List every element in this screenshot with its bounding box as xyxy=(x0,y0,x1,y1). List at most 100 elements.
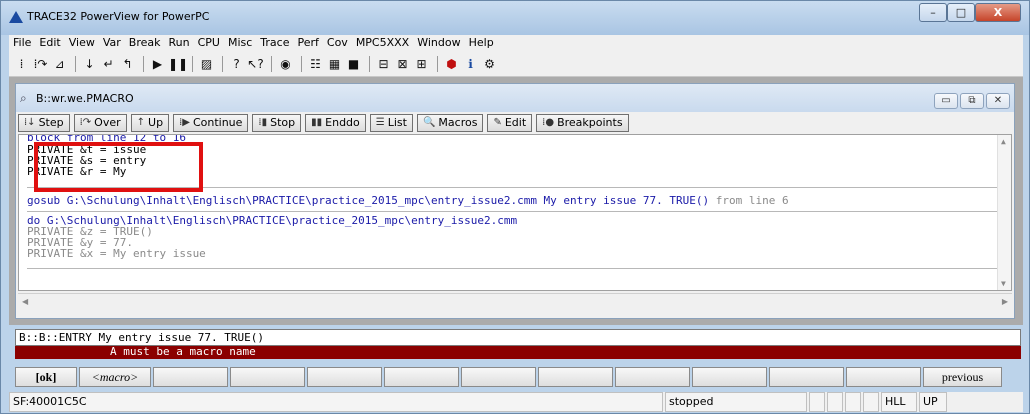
macro-stack-view[interactable]: block from line 12 to 16 PRIVATE &t = is… xyxy=(18,134,1012,291)
up-icon[interactable]: ↰ xyxy=(119,56,136,73)
over-icon: ⁞↷ xyxy=(79,117,92,128)
go-till-icon[interactable]: ▨ xyxy=(198,56,215,73)
edit-button[interactable]: ✎ Edit xyxy=(487,114,533,132)
menu-help[interactable]: Help xyxy=(465,35,498,49)
memory-icon[interactable]: ■ xyxy=(345,56,362,73)
continue-icon: ⁞▶ xyxy=(179,117,190,128)
pmacro-window-title: B::wr.we.PMACRO xyxy=(36,92,134,105)
frame-icon[interactable]: ⊞ xyxy=(413,56,430,73)
empty-softkey[interactable] xyxy=(615,367,690,387)
empty-softkey[interactable] xyxy=(461,367,536,387)
breakpoints-icon: ⁞● xyxy=(542,117,555,128)
step-over-icon[interactable]: ⁞↷ xyxy=(32,56,49,73)
step-button[interactable]: ⁞↓ Step xyxy=(18,114,70,132)
go-icon[interactable]: ▶ xyxy=(149,56,166,73)
list-icon[interactable]: ☷ xyxy=(307,56,324,73)
settings-icon[interactable]: ⚙ xyxy=(481,56,498,73)
pmacro-window: ⌕ B::wr.we.PMACRO ▭ ⧉ ✕ ⁞↓ Step ⁞↷ Over ↑ U… xyxy=(15,83,1015,319)
main-window: TRACE32 PowerView for PowerPC – □ X File… xyxy=(0,0,1030,414)
menu-view[interactable]: View xyxy=(65,35,99,49)
step-up-icon[interactable]: ⊿ xyxy=(51,56,68,73)
empty-softkey[interactable] xyxy=(153,367,228,387)
mdi-workspace: ⌕ B::wr.we.PMACRO ▭ ⧉ ✕ ⁞↓ Step ⁞↷ Over ↑ U… xyxy=(9,77,1023,325)
gosub-frame-line: gosub G:\Schulung\Inhalt\Englisch\PRACTI… xyxy=(27,195,789,206)
info-icon[interactable]: ℹ xyxy=(462,56,479,73)
menu-misc[interactable]: Misc xyxy=(224,35,256,49)
empty-softkey[interactable] xyxy=(230,367,305,387)
menu-bar: File Edit View Var Break Run CPU Misc Trace Perf C… xyxy=(9,35,1023,52)
toolbar-divider xyxy=(143,56,144,72)
ok-softkey[interactable]: [ok] xyxy=(15,367,77,387)
macros-label: Macros xyxy=(438,116,478,129)
enddo-icon: ▮▮ xyxy=(311,117,323,128)
menu-run[interactable]: Run xyxy=(165,35,194,49)
menu-cov[interactable]: Cov xyxy=(323,35,352,49)
over-label: Over xyxy=(94,116,121,129)
status-mode: HLL xyxy=(881,392,917,412)
horizontal-scrollbar[interactable]: ◀ ▶ xyxy=(18,293,1012,309)
break-icon[interactable]: ❚❚ xyxy=(168,56,188,73)
menu-cpu[interactable]: CPU xyxy=(194,35,224,49)
frame-divider xyxy=(27,211,1011,212)
error-message: A must be a macro name xyxy=(15,346,1021,359)
macros-icon: 🔍 xyxy=(422,117,436,128)
empty-softkey[interactable] xyxy=(846,367,921,387)
list-label: List xyxy=(387,116,407,129)
empty-softkey[interactable] xyxy=(384,367,459,387)
close-button[interactable]: X xyxy=(975,3,1021,22)
menu-edit[interactable]: Edit xyxy=(35,35,64,49)
status-address: SF:40001C5C xyxy=(9,392,663,412)
continue-button[interactable]: ⁞▶ Continue xyxy=(173,114,249,132)
empty-softkey[interactable] xyxy=(538,367,613,387)
context-help-icon[interactable]: ↖? xyxy=(247,56,264,73)
empty-softkey[interactable] xyxy=(692,367,767,387)
scroll-right-icon[interactable]: ▶ xyxy=(1002,297,1008,306)
enddo-button[interactable]: ▮▮ Enddo xyxy=(305,114,366,132)
scroll-left-icon[interactable]: ◀ xyxy=(22,297,28,306)
register-icon[interactable]: ▦ xyxy=(326,56,343,73)
command-line-input[interactable]: B::B::ENTRY My entry issue 77. TRUE() xyxy=(15,329,1021,346)
menu-window[interactable]: Window xyxy=(413,35,464,49)
gosub-command: gosub G:\Schulung\Inhalt\Englisch\PRACTI… xyxy=(27,194,710,207)
child-close-button[interactable]: ✕ xyxy=(986,93,1010,109)
empty-softkey[interactable] xyxy=(307,367,382,387)
breakpoints-button[interactable]: ⁞● Breakpoints xyxy=(536,114,629,132)
step-into-icon[interactable]: ⁞ xyxy=(13,56,30,73)
vertical-scrollbar[interactable]: ▲ ▼ xyxy=(997,135,1011,290)
empty-softkey[interactable] xyxy=(769,367,844,387)
maximize-button[interactable]: □ xyxy=(947,3,975,22)
help-icon[interactable]: ? xyxy=(228,56,245,73)
menu-var[interactable]: Var xyxy=(99,35,125,49)
status-cell xyxy=(845,392,861,412)
return-icon[interactable]: ↵ xyxy=(100,56,117,73)
step-icon: ⁞↓ xyxy=(24,117,36,128)
scroll-down-icon[interactable]: ▼ xyxy=(1001,279,1006,288)
macros-button[interactable]: 🔍 Macros xyxy=(416,114,484,132)
child-restore-button[interactable]: ⧉ xyxy=(960,93,984,109)
scroll-up-icon[interactable]: ▲ xyxy=(1001,137,1006,146)
menu-break[interactable]: Break xyxy=(125,35,165,49)
var-icon[interactable]: ⊟ xyxy=(375,56,392,73)
list-button[interactable]: ☰ List xyxy=(369,114,413,132)
menu-file[interactable]: File xyxy=(9,35,35,49)
sym-icon[interactable]: ◉ xyxy=(277,56,294,73)
cpu-icon[interactable]: ⬢ xyxy=(443,56,460,73)
menu-trace[interactable]: Trace xyxy=(256,35,293,49)
macro-softkey[interactable]: <macro> xyxy=(79,367,151,387)
softkey-bar: [ok] <macro> previous xyxy=(15,367,1021,387)
step-down-icon[interactable]: ↓ xyxy=(81,56,98,73)
title-bar: TRACE32 PowerView for PowerPC – □ X xyxy=(1,1,1029,35)
over-button[interactable]: ⁞↷ Over xyxy=(73,114,127,132)
minimize-button[interactable]: – xyxy=(919,3,947,22)
frame-divider xyxy=(27,268,1011,269)
menu-perf[interactable]: Perf xyxy=(293,35,322,49)
child-minimize-button[interactable]: ▭ xyxy=(934,93,958,109)
do-private-line: PRIVATE &x = My entry issue xyxy=(27,247,206,260)
up-button[interactable]: ↑ Up xyxy=(130,114,170,132)
stop-button[interactable]: ⁞▮ Stop xyxy=(252,114,302,132)
pmacro-button-row: ⁞↓ Step ⁞↷ Over ↑ Up ⁞▶ Continue ⁞▮ Stop ▮▮ En… xyxy=(18,114,633,134)
menu-mpc5xxx[interactable]: MPC5XXX xyxy=(352,35,413,49)
previous-softkey[interactable]: previous xyxy=(923,367,1002,387)
gosub-origin: from line 6 xyxy=(709,194,789,207)
watch-icon[interactable]: ⊠ xyxy=(394,56,411,73)
